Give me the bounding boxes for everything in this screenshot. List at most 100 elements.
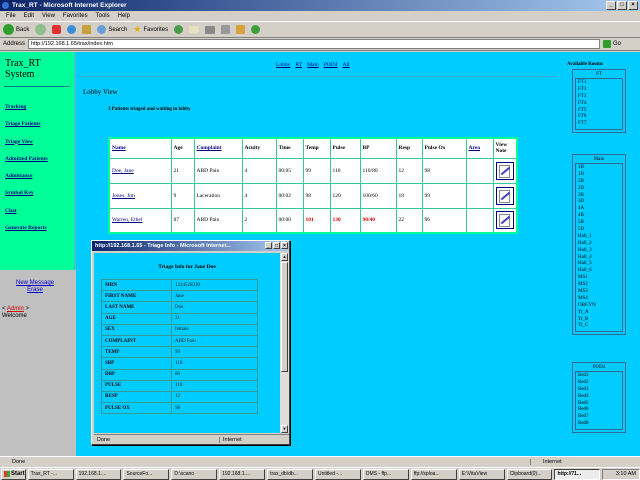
room-item[interactable]: 1D (578, 172, 620, 179)
room-item[interactable]: 4B (578, 213, 620, 220)
col-header-area[interactable]: Area (465, 137, 494, 159)
popup-minimize-button[interactable]: _ (265, 242, 272, 249)
room-item[interactable]: Tr_C (578, 323, 620, 330)
room-item[interactable]: OBGYN (578, 303, 620, 310)
menu-favorites[interactable]: Favorites (63, 11, 88, 21)
room-item[interactable]: MS3 (578, 289, 620, 296)
maximize-button[interactable]: □ (617, 1, 627, 10)
room-item[interactable]: MS4 (578, 296, 620, 303)
sidebar-link-triage-view[interactable]: Triage View (0, 134, 74, 151)
menu-view[interactable]: View (42, 11, 55, 21)
room-item[interactable]: Hall_3 (578, 248, 620, 255)
room-item[interactable]: Bed3 (578, 387, 620, 394)
go-button[interactable]: Go (603, 40, 621, 48)
scroll-thumb[interactable] (281, 262, 288, 372)
room-item[interactable]: 2D (578, 186, 620, 193)
view-note-icon[interactable] (495, 211, 514, 230)
sidebar-link-symbol-key[interactable]: Symbol Key (0, 185, 74, 202)
taskbar-item[interactable]: Clipboard(0)... (506, 468, 553, 480)
admin-link[interactable]: Admin (7, 306, 24, 312)
forward-button[interactable] (35, 24, 47, 35)
discuss-button[interactable] (236, 25, 246, 34)
area-link-pod4[interactable]: POD4 (324, 62, 338, 68)
popup-close-button[interactable]: × (281, 242, 288, 249)
room-item[interactable]: Bed4 (578, 394, 620, 401)
taskbar-item[interactable]: ffp://sploa... (410, 468, 457, 480)
room-item[interactable]: 2B (578, 179, 620, 186)
sidebar-link-admitted-patients[interactable]: Admitted Patients (0, 151, 74, 168)
room-item[interactable]: 1B (578, 165, 620, 172)
sidebar-link-triage-patients[interactable]: Triage Patients (0, 116, 74, 133)
taskbar-item[interactable]: E:\VitaView (458, 468, 505, 480)
history-button[interactable] (174, 25, 184, 34)
room-item[interactable]: FT4 (578, 101, 620, 108)
scroll-up-arrow-icon[interactable]: ▲ (281, 253, 288, 261)
sidebar-link-chat[interactable]: Chat (0, 203, 74, 220)
room-item[interactable]: Hall_1 (578, 234, 620, 241)
area-link-all[interactable]: All (342, 62, 349, 68)
taskbar-item-active[interactable]: http://71... (554, 468, 601, 480)
col-header-name[interactable]: Name (108, 137, 172, 159)
taskbar-item[interactable]: 192.168.1.... (219, 468, 266, 480)
menu-edit[interactable]: Edit (24, 11, 34, 21)
taskbar-item[interactable]: Untitled -... (315, 468, 361, 480)
room-item[interactable]: Bed8 (578, 421, 620, 428)
room-item[interactable]: FT5 (578, 108, 620, 115)
room-item[interactable]: Tr_B (578, 317, 620, 324)
menu-file[interactable]: File (6, 11, 16, 21)
taskbar-item[interactable]: trax_db\db... (267, 468, 314, 480)
view-note-icon[interactable] (495, 186, 514, 205)
room-item[interactable]: Bed6 (578, 407, 620, 414)
taskbar-item[interactable]: Trax_RT -... (27, 468, 74, 480)
taskbar-item[interactable]: SourceFo... (123, 468, 170, 480)
room-item[interactable]: MS2 (578, 282, 620, 289)
favorites-button[interactable]: ★ Favorites (133, 25, 168, 34)
room-item[interactable]: Hall_5 (578, 261, 620, 268)
area-link-rt[interactable]: RT (295, 62, 302, 68)
room-item[interactable]: Bed5 (578, 401, 620, 408)
room-item[interactable]: 5B (578, 220, 620, 227)
menu-help[interactable]: Help (118, 11, 130, 21)
start-button[interactable]: Start (1, 468, 26, 480)
room-item[interactable]: FT1 (578, 80, 620, 87)
popup-scrollbar[interactable]: ▲ ▼ (280, 253, 289, 433)
search-button[interactable]: Search (97, 25, 127, 34)
room-item[interactable]: Hall_4 (578, 255, 620, 262)
home-button[interactable] (82, 25, 92, 34)
back-button[interactable]: Back (3, 24, 29, 35)
scroll-down-arrow-icon[interactable]: ▼ (281, 425, 288, 433)
room-item[interactable]: Bed7 (578, 414, 620, 421)
patient-name-link[interactable]: Doe, Jane (108, 157, 172, 184)
stop-button[interactable] (52, 25, 62, 34)
patient-name-link[interactable]: Warren, Ethel (108, 207, 172, 234)
room-item[interactable]: FT6 (578, 114, 620, 121)
area-link-lobby[interactable]: Lobby (276, 62, 290, 68)
patient-name-link[interactable]: Jones, Jim (108, 182, 172, 209)
room-item[interactable]: Hall_2 (578, 241, 620, 248)
room-item[interactable]: FT3 (578, 94, 620, 101)
sidebar-link-admittance[interactable]: Admittance (0, 168, 74, 185)
refresh-button[interactable] (67, 25, 77, 34)
col-header-complaint[interactable]: Complaint (193, 137, 243, 159)
popup-maximize-button[interactable]: □ (273, 242, 280, 249)
address-input[interactable]: http://192.168.1.65/trax/index.htm (28, 39, 601, 49)
taskbar-item[interactable]: 192.168.1.... (75, 468, 122, 480)
room-item[interactable]: FT2 (578, 87, 620, 94)
messenger-button[interactable] (251, 25, 261, 34)
room-item[interactable]: FT7 (578, 121, 620, 128)
print-button[interactable] (205, 25, 216, 34)
new-message-link[interactable]: New Message Erase (8, 280, 62, 294)
room-item[interactable]: MS1 (578, 275, 620, 282)
room-item[interactable]: 5D (578, 227, 620, 234)
room-item[interactable]: 3B (578, 193, 620, 200)
taskbar-item[interactable]: D:\xcano (171, 468, 218, 480)
minimize-button[interactable]: _ (606, 1, 616, 10)
room-item[interactable]: Bed1 (578, 373, 620, 380)
sidebar-link-generate-reports[interactable]: Generate Reports (0, 220, 74, 237)
room-item[interactable]: Tr_A (578, 310, 620, 317)
room-item[interactable]: Hall_6 (578, 268, 620, 275)
menu-tools[interactable]: Tools (96, 11, 110, 21)
view-note-icon[interactable] (495, 161, 514, 180)
edit-button[interactable] (221, 25, 231, 34)
area-link-main[interactable]: Main (307, 62, 319, 68)
